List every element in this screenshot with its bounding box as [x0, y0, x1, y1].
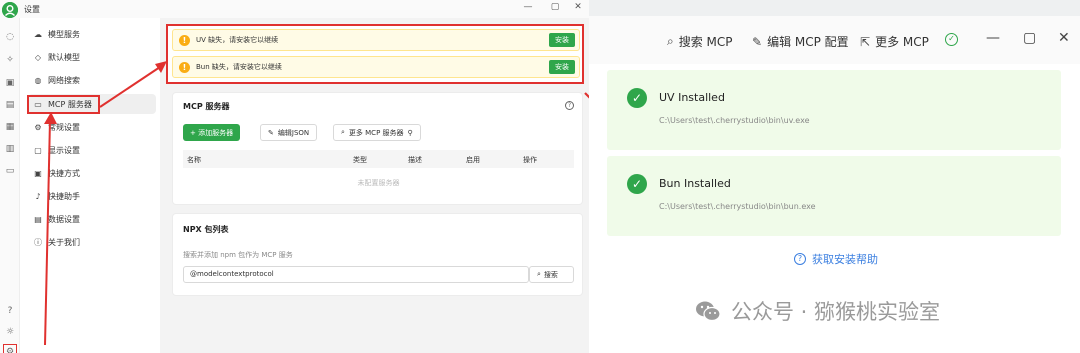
nav-item-model-service[interactable]: ☁ 模型服务 [28, 24, 156, 44]
link-icon: ⚲ [407, 128, 413, 137]
edit-icon: ✎ [268, 128, 274, 137]
mcp-install-window: ⌕ 搜索 MCP ✎ 编辑 MCP 配置 ⇱ 更多 MCP ✓ — ▢ ✕ ✓ UV … [589, 0, 1080, 353]
theme-icon[interactable]: ☼ [3, 325, 17, 339]
column-header: 启用 [466, 156, 480, 164]
image-icon[interactable]: ▣ [3, 76, 17, 90]
globe-icon: ◍ [34, 75, 42, 85]
nav-label: 网络搜索 [48, 75, 80, 85]
settings-window: 设置 — ▢ ✕ ◌ ✧ ▣ ▤ ▦ ▥ ▭ ? ☼ ⚙ ☁ 模型服务 ◇ 默认模型… [0, 0, 589, 353]
folder-icon[interactable]: ▭ [3, 164, 17, 178]
table-header: 名称 类型 描述 启用 操作 [183, 150, 574, 168]
minimize-button[interactable]: — [521, 2, 535, 12]
check-circle-icon: ✓ [627, 174, 647, 194]
maximize-button[interactable]: ▢ [548, 2, 562, 12]
button-label: 更多 MCP 服务器 [348, 128, 404, 137]
chat-icon[interactable]: ◌ [3, 30, 17, 44]
close-button[interactable]: ✕ [1058, 30, 1070, 46]
nav-label: 模型服务 [48, 29, 80, 39]
warning-icon: ! [179, 61, 190, 73]
card-title: NPX 包列表 [183, 225, 229, 234]
npx-package-card: NPX 包列表 搜索并添加 npm 包作为 MCP 服务 @modelconte… [172, 213, 583, 296]
button-label: 搜索 MCP [678, 35, 733, 49]
column-header: 描述 [408, 156, 422, 164]
window-title: 设置 [24, 5, 40, 14]
settings-gear-icon[interactable]: ⚙ [3, 344, 17, 353]
nav-label: 默认模型 [48, 52, 80, 62]
add-server-button[interactable]: + 添加服务器 [183, 124, 241, 141]
maximize-button[interactable]: ▢ [1023, 30, 1036, 46]
watermark-text: 公众号 · 猕猴桃实验室 [731, 300, 941, 324]
uv-missing-alert: ! UV 缺失，请安装它以继续 安装 [172, 29, 580, 51]
button-label: 编辑 MCP 配置 [767, 35, 849, 49]
title-bar: 设置 — ▢ ✕ [0, 0, 589, 18]
install-title: UV Installed [659, 91, 725, 104]
search-mcp-button[interactable]: ⌕ 搜索 MCP [667, 33, 733, 50]
external-link-icon: ⇱ [860, 34, 871, 49]
search-icon: ⌕ [341, 128, 345, 136]
column-header: 类型 [353, 156, 367, 164]
bun-missing-alert: ! Bun 缺失，请安装它以继续 安装 [172, 56, 580, 78]
wechat-icon [696, 301, 721, 322]
npx-hint: 搜索并添加 npm 包作为 MCP 服务 [183, 251, 293, 259]
cloud-icon: ☁ [34, 29, 42, 39]
minimize-button[interactable]: — [986, 30, 1000, 46]
app-icon-bar: ◌ ✧ ▣ ▤ ▦ ▥ ▭ ? ☼ ⚙ [0, 18, 20, 353]
status-check-icon: ✓ [945, 33, 958, 46]
search-icon: ⌕ [537, 270, 541, 278]
avatar[interactable] [2, 2, 18, 18]
more-mcp-servers-button[interactable]: ⌕ 更多 MCP 服务器 ⚲ [333, 124, 421, 141]
help-icon[interactable]: ? [3, 304, 17, 318]
install-uv-button[interactable]: 安装 [549, 33, 575, 47]
mcp-servers-card: MCP 服务器 ? + 添加服务器 ✎ 编辑JSON ⌕ 更多 MCP 服务器 ⚲ 名… [172, 92, 583, 205]
button-label: 搜索 [543, 270, 558, 279]
apps-icon[interactable]: ▦ [3, 120, 17, 134]
button-label: 更多 MCP [875, 35, 929, 49]
install-title: Bun Installed [659, 177, 731, 190]
edit-json-button[interactable]: ✎ 编辑JSON [260, 124, 318, 141]
top-strip [589, 0, 1080, 16]
toolbar: ⌕ 搜索 MCP ✎ 编辑 MCP 配置 ⇱ 更多 MCP ✓ — ▢ ✕ [589, 16, 1080, 64]
sparkle-icon[interactable]: ✧ [3, 53, 17, 67]
install-path: C:\Users\test\.cherrystudio\bin\uv.exe [659, 116, 810, 125]
npx-search-button[interactable]: ⌕ 搜索 [529, 266, 574, 283]
annotation-arrow-up [99, 61, 167, 108]
cube-icon: ◇ [34, 52, 42, 62]
bun-installed-card: ✓ Bun Installed C:\Users\test\.cherrystu… [607, 156, 1061, 236]
annotation-arrow-down [44, 112, 57, 346]
link-label: 获取安装帮助 [812, 253, 878, 266]
edit-icon: ✎ [752, 34, 763, 49]
warning-highlight-box: ! UV 缺失，请安装它以继续 安装 ! Bun 缺失，请安装它以继续 安装 [166, 24, 584, 84]
npx-search-input[interactable]: @modelcontextprotocol [183, 266, 529, 283]
alert-text: Bun 缺失，请安装它以继续 [196, 63, 282, 71]
alert-text: UV 缺失，请安装它以继续 [196, 36, 279, 44]
empty-state: 未配置服务器 [357, 179, 400, 187]
check-circle-icon: ✓ [627, 88, 647, 108]
document-icon[interactable]: ▥ [3, 142, 17, 156]
search-icon: ⌕ [667, 34, 674, 48]
close-button[interactable]: ✕ [571, 2, 585, 12]
button-label: 编辑JSON [277, 128, 310, 137]
install-path: C:\Users\test\.cherrystudio\bin\bun.exe [659, 202, 816, 211]
install-bun-button[interactable]: 安装 [549, 60, 575, 74]
column-header: 操作 [523, 156, 537, 164]
translate-icon[interactable]: ▤ [3, 98, 17, 112]
warning-icon: ! [179, 34, 190, 46]
uv-installed-card: ✓ UV Installed C:\Users\test\.cherrystud… [607, 70, 1061, 150]
install-help-link[interactable]: ? 获取安装帮助 [794, 251, 878, 267]
watermark: 公众号 · 猕猴桃实验室 [695, 296, 940, 326]
help-icon: ? [794, 253, 806, 265]
help-icon[interactable]: ? [565, 101, 574, 110]
card-title: MCP 服务器 [183, 102, 230, 111]
edit-mcp-config-button[interactable]: ✎ 编辑 MCP 配置 [752, 33, 849, 50]
more-mcp-button[interactable]: ⇱ 更多 MCP [860, 33, 929, 50]
column-header: 名称 [187, 156, 201, 164]
